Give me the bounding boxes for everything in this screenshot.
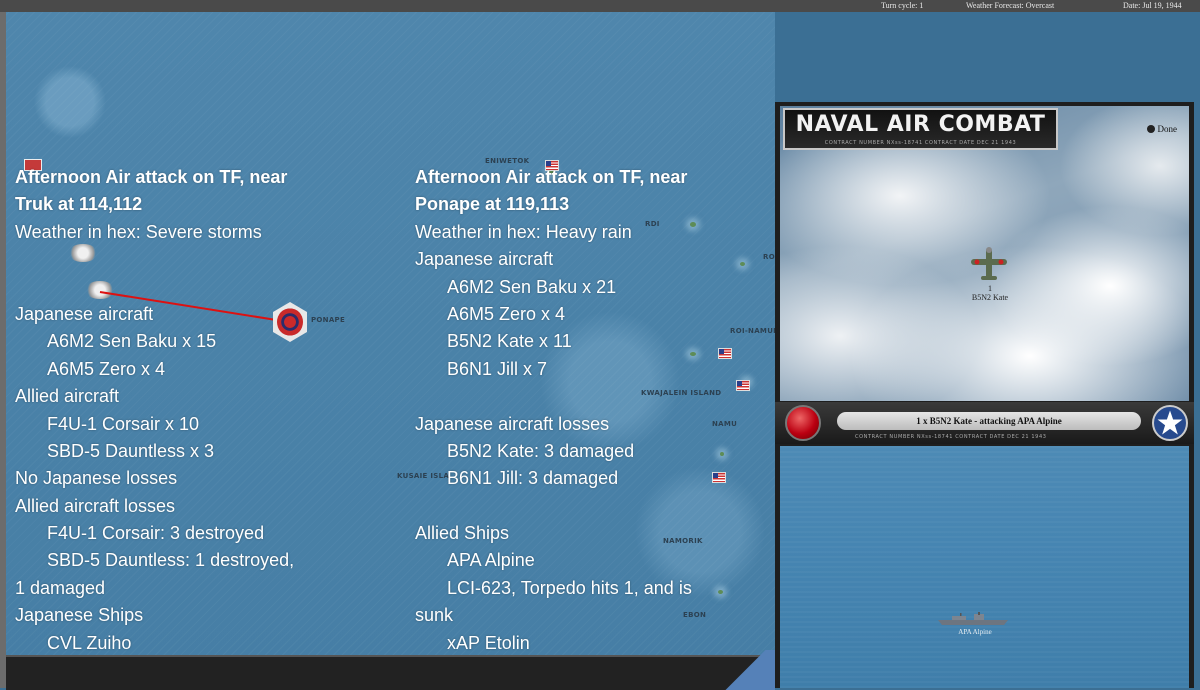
- report-line: F4U-1 Corsair: 3 destroyed: [47, 523, 265, 544]
- report-line: Japanese Ships: [15, 605, 144, 626]
- panel-title-subtext: CONTRACT NUMBER NXss-18741 CONTRACT DATE…: [824, 140, 1017, 146]
- report-line: LCI-623, Torpedo hits 1, and is: [447, 577, 692, 598]
- report-blank: [415, 383, 745, 410]
- report-line: B5N2 Kate: 3 damaged: [447, 440, 635, 461]
- sea-view: APA Alpine: [780, 446, 1189, 688]
- message-subtext: CONTRACT NUMBER NXss-18741 CONTRACT DATE…: [855, 434, 1047, 440]
- combat-message-bar: 1 x B5N2 Kate - attacking APA Alpine CON…: [775, 402, 1194, 444]
- red-action-button[interactable]: [785, 405, 821, 441]
- done-button[interactable]: Done: [1147, 124, 1178, 134]
- report-line: CVL Zuiho: [47, 632, 132, 653]
- date-label: Date: Jul 19, 1944: [1123, 1, 1182, 10]
- report-blank: [15, 246, 345, 273]
- report-line: SBD-5 Dauntless: 1 destroyed,: [47, 550, 295, 571]
- aircraft-label: 1 B5N2 Kate: [960, 284, 1020, 302]
- panel-title-plate: NAVAL AIR COMBAT CONTRACT NUMBER NXss-18…: [783, 108, 1058, 150]
- sky-view: NAVAL AIR COMBAT CONTRACT NUMBER NXss-18…: [780, 106, 1189, 401]
- report-line: Allied aircraft losses: [15, 495, 176, 516]
- report-heading: Afternoon Air attack on TF, near: [15, 167, 288, 187]
- report-blank: [415, 493, 745, 520]
- report-line: Japanese aircraft losses: [415, 413, 610, 434]
- map-bottom-bar: [6, 650, 775, 690]
- report-line: F4U-1 Corsair x 10: [47, 413, 200, 434]
- report-line: Allied aircraft: [15, 386, 120, 407]
- us-star-roundel-icon: [1152, 405, 1188, 441]
- report-line: A6M5 Zero x 4: [447, 303, 566, 324]
- report-line: Allied Ships: [415, 523, 510, 544]
- report-heading: Truk at 114,112: [15, 194, 143, 215]
- report-weather: Weather in hex: Heavy rain: [415, 221, 632, 242]
- target-ship-icon: [938, 612, 1008, 625]
- combat-message: 1 x B5N2 Kate - attacking APA Alpine: [837, 412, 1141, 430]
- report-line: SBD-5 Dauntless x 3: [47, 440, 215, 461]
- report-line: B6N1 Jill x 7: [447, 358, 548, 379]
- report-line: A6M2 Sen Baku x 15: [47, 331, 217, 352]
- report-blank: [15, 274, 345, 301]
- report-line: A6M2 Sen Baku x 21: [447, 276, 617, 297]
- report-line: APA Alpine: [447, 550, 535, 571]
- naval-air-combat-panel: NAVAL AIR COMBAT CONTRACT NUMBER NXss-18…: [775, 102, 1194, 688]
- report-line: A6M5 Zero x 4: [47, 358, 166, 379]
- report-heading: Ponape at 119,113: [415, 194, 570, 215]
- combat-report-ponape: Afternoon Air attack on TF, near Ponape …: [415, 164, 745, 657]
- attacking-aircraft-icon: [971, 247, 1007, 280]
- report-line: xAP Etolin: [447, 632, 530, 653]
- weather-forecast-label: Weather Forecast: Overcast: [966, 1, 1055, 10]
- report-weather: Weather in hex: Severe storms: [15, 221, 262, 242]
- report-line: B5N2 Kate x 11: [447, 331, 572, 352]
- target-ship-label: APA Alpine: [958, 628, 992, 636]
- report-heading: Afternoon Air attack on TF, near: [415, 167, 688, 187]
- report-line: 1 damaged: [15, 577, 106, 598]
- report-line: No Japanese losses: [15, 468, 178, 489]
- combat-report-truk: Afternoon Air attack on TF, near Truk at…: [15, 164, 345, 657]
- aircraft-name: B5N2 Kate: [971, 293, 1009, 302]
- report-line: Japanese aircraft: [415, 249, 554, 270]
- report-line: Japanese aircraft: [15, 303, 154, 324]
- report-line: sunk: [415, 605, 454, 626]
- report-line: B6N1 Jill: 3 damaged: [447, 468, 619, 489]
- aircraft-count: 1: [988, 284, 992, 293]
- panel-title: NAVAL AIR COMBAT: [795, 112, 1046, 137]
- turn-cycle-label: Turn cycle: 1: [881, 1, 924, 10]
